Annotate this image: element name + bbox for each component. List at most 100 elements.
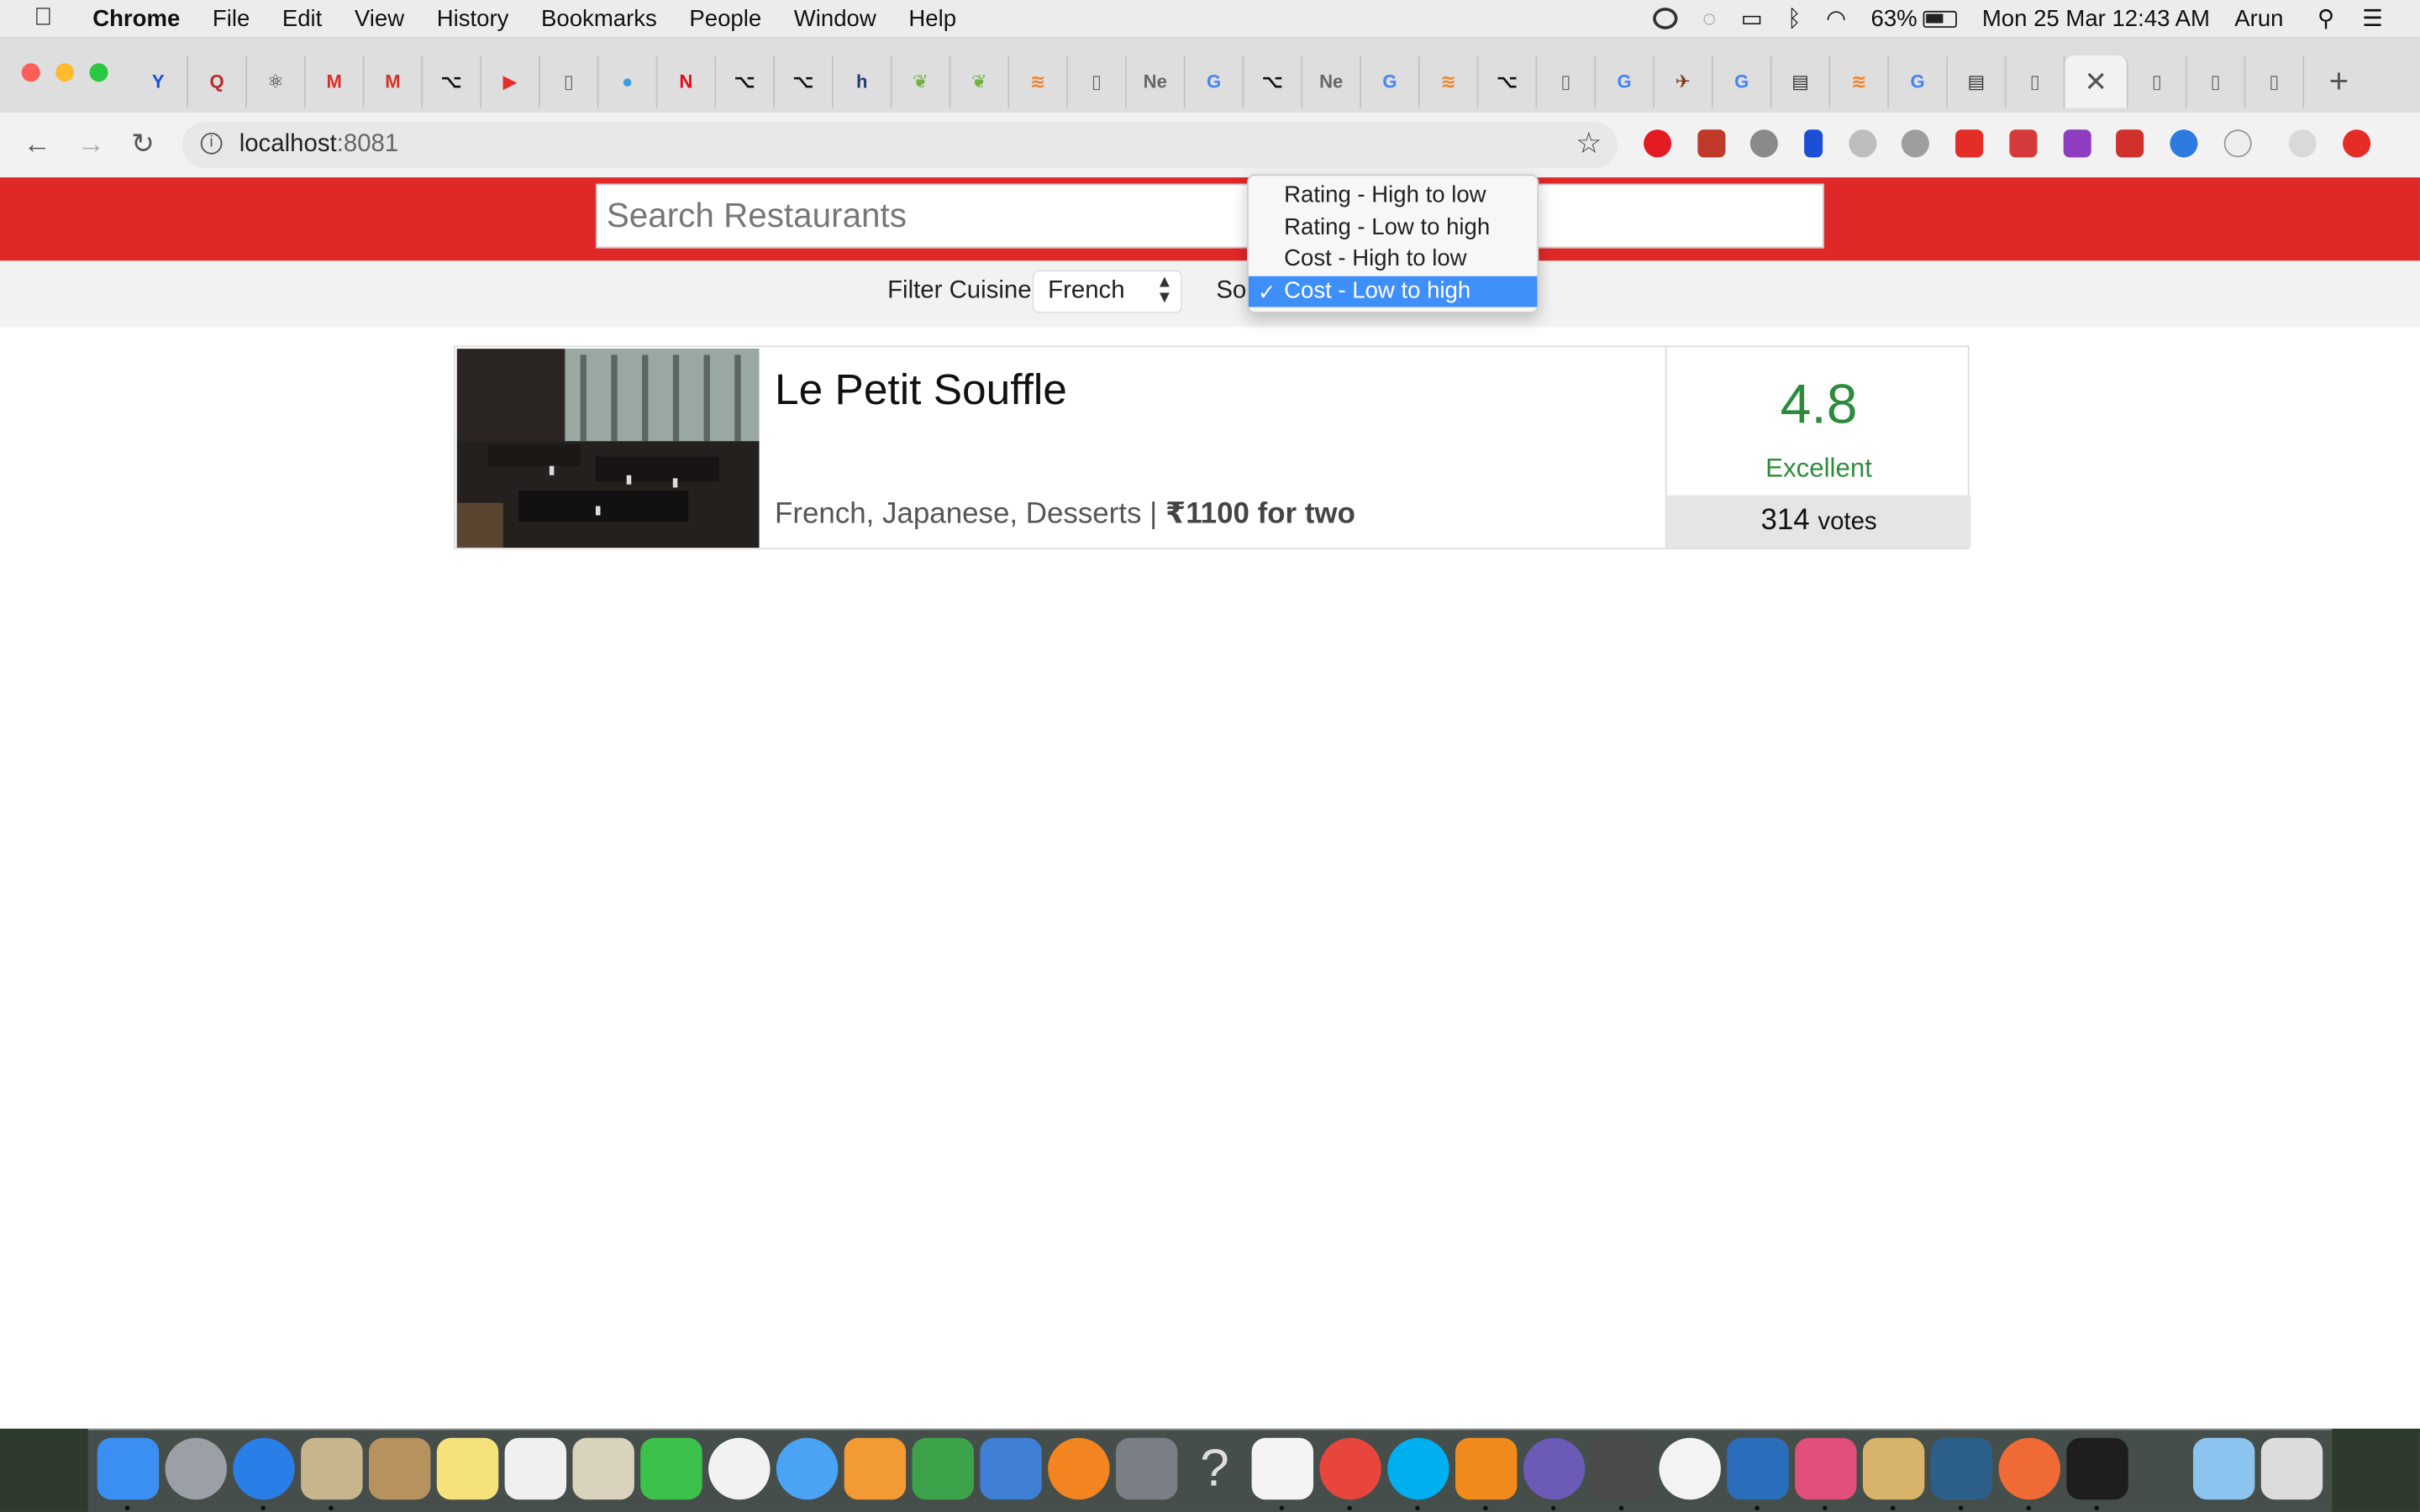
numbers-icon[interactable] (912, 1437, 974, 1500)
sort-option-rating-low-high[interactable]: Rating - Low to high (1249, 213, 1537, 244)
preview-icon[interactable] (572, 1437, 634, 1500)
bookmark-star-icon[interactable]: ☆ (1576, 127, 1602, 162)
browser-tab[interactable]: ⌥ (1479, 55, 1538, 108)
circle-extension-icon[interactable] (1902, 129, 1930, 158)
sync-icon[interactable]: ◌ (1702, 5, 1716, 31)
vlc-icon[interactable] (1455, 1437, 1518, 1500)
browser-tab[interactable]: ⌥ (775, 55, 834, 108)
sort-option-cost-high-low[interactable]: Cost - High to low (1249, 244, 1537, 276)
puzzle-extension-icon[interactable] (2009, 129, 2038, 158)
browser-tab[interactable]: G (1713, 55, 1772, 108)
menu-bookmarks[interactable]: Bookmarks (541, 5, 657, 31)
browser-tab[interactable]: M (364, 55, 424, 108)
close-window-button[interactable] (21, 63, 40, 82)
site-info-icon[interactable]: i (200, 132, 223, 155)
creative-cloud-icon[interactable] (1653, 8, 1678, 29)
keynote-icon[interactable] (980, 1437, 1042, 1500)
vscode-icon[interactable] (1727, 1437, 1789, 1500)
bluetooth-icon[interactable]: ᛒ (1787, 5, 1802, 31)
trash-icon[interactable] (2260, 1437, 2323, 1500)
browser-tab[interactable]: ▯ (2187, 55, 2246, 108)
browser-tab[interactable]: G (1596, 55, 1655, 108)
restaurant-card[interactable]: Le Petit Souffle French, Japanese, Desse… (453, 345, 1971, 549)
airplay-icon[interactable]: ▭ (1741, 5, 1763, 32)
sublime-icon[interactable] (1591, 1437, 1654, 1500)
url-text[interactable]: localhost:8081 (239, 131, 399, 159)
reminders-icon[interactable] (504, 1437, 567, 1500)
rp-extension-icon[interactable] (2062, 129, 2091, 158)
itunes-icon[interactable] (1659, 1437, 1721, 1500)
browser-tab[interactable]: ▯ (2007, 55, 2065, 108)
help-icon[interactable]: ? (1184, 1438, 1245, 1499)
update-icon[interactable] (2342, 129, 2371, 158)
photos-icon[interactable] (708, 1437, 771, 1500)
browser-tab[interactable]: ▶ (481, 55, 540, 108)
forward-icon[interactable]: → (77, 128, 105, 160)
lifebuoy-extension-icon[interactable] (2170, 129, 2198, 158)
bookmark-extension-icon[interactable] (1697, 129, 1725, 158)
back-icon[interactable]: ← (24, 128, 51, 160)
zoom-window-button[interactable] (89, 63, 108, 82)
downloads-folder-icon[interactable] (2192, 1437, 2255, 1500)
sort-option-cost-low-high[interactable]: ✓ Cost - Low to high (1248, 276, 1538, 308)
search-input[interactable] (597, 185, 1823, 247)
notification-center-icon[interactable]: ☰ (2362, 5, 2383, 32)
browser-tab[interactable]: ▯ (2245, 55, 2305, 108)
system-preferences-icon[interactable] (1115, 1437, 1178, 1500)
dotted-extension-icon[interactable] (2223, 129, 2251, 158)
browser-tab[interactable]: ● (599, 55, 658, 108)
browser-tab[interactable]: ▤ (1772, 55, 1831, 108)
close-tab-icon[interactable]: ✕ (2084, 66, 2107, 98)
menu-edit[interactable]: Edit (282, 5, 322, 31)
postman-icon[interactable] (1998, 1437, 2060, 1500)
browser-tab[interactable]: ⌥ (1244, 55, 1303, 108)
browser-tab[interactable]: ⚛ (247, 55, 306, 108)
browser-tab[interactable]: ≋ (1009, 55, 1068, 108)
chrome-icon[interactable] (1319, 1437, 1381, 1500)
cuisine-select[interactable]: French ▲ ▼ (1032, 270, 1182, 313)
search-box[interactable] (595, 183, 1824, 249)
feather-extension-icon[interactable] (1750, 129, 1779, 158)
browser-tab[interactable]: ❦ (950, 55, 1010, 108)
browser-tab[interactable]: Ne (1127, 55, 1186, 108)
apple-icon[interactable]:  (34, 5, 65, 33)
facetime-icon[interactable] (640, 1437, 702, 1500)
reload-icon[interactable]: ↻ (131, 128, 155, 160)
clock[interactable]: Mon 25 Mar 12:43 AM (1982, 5, 2210, 31)
restaurant-name[interactable]: Le Petit Souffle (775, 365, 1067, 415)
menu-history[interactable]: History (437, 5, 509, 31)
profile-avatar-icon[interactable] (2289, 129, 2317, 158)
finder-icon[interactable] (97, 1437, 160, 1500)
bus-extension-icon[interactable] (2116, 129, 2144, 158)
menu-file[interactable]: File (213, 5, 250, 31)
intellij-icon[interactable] (1795, 1437, 1857, 1500)
grey-extension-icon[interactable] (1848, 129, 1876, 158)
minimize-window-button[interactable] (55, 63, 75, 82)
new-tab-button[interactable]: + (2329, 61, 2349, 102)
browser-tab[interactable]: ≋ (1420, 55, 1479, 108)
spotlight-icon[interactable]: ⚲ (2317, 5, 2334, 32)
pages-icon[interactable] (844, 1437, 907, 1500)
slack-icon[interactable] (1251, 1437, 1314, 1500)
torrent-icon[interactable] (1523, 1437, 1586, 1500)
battery-percent[interactable]: 63% (1871, 5, 1918, 31)
browser-tab[interactable]: G (1889, 55, 1948, 108)
menu-people[interactable]: People (689, 5, 761, 31)
browser-tab[interactable]: ▤ (1948, 55, 2007, 108)
menu-window[interactable]: Window (794, 5, 876, 31)
browser-tab[interactable]: ▯ (2128, 55, 2187, 108)
battery-icon[interactable] (1923, 9, 1958, 28)
messages-icon[interactable] (776, 1437, 839, 1500)
mysql-workbench-icon[interactable] (1930, 1437, 1993, 1500)
browser-tab[interactable]: ▯ (1537, 55, 1597, 108)
browser-tab[interactable]: G (1186, 55, 1244, 108)
browser-tab[interactable]: ≋ (1830, 55, 1890, 108)
sequel-icon[interactable] (1862, 1437, 1925, 1500)
browser-tab[interactable]: M (306, 55, 365, 108)
browser-tab[interactable]: Q (188, 55, 247, 108)
mail-icon[interactable] (301, 1437, 363, 1500)
browser-tab[interactable]: Ne (1302, 55, 1361, 108)
browser-tab[interactable]: Y (129, 55, 189, 108)
browser-tab[interactable]: ▯ (1068, 55, 1127, 108)
browser-tab[interactable]: ✈ (1655, 55, 1713, 108)
